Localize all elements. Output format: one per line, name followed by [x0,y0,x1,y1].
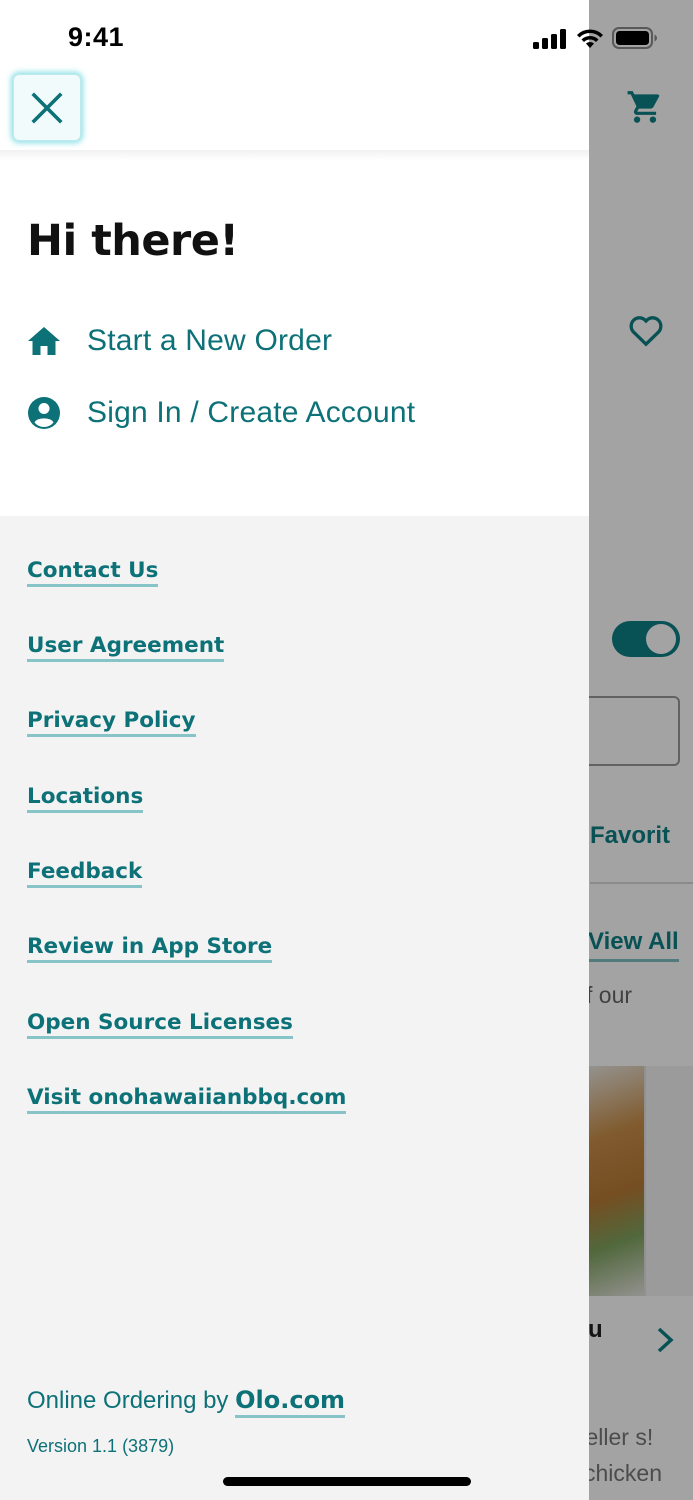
cellular-signal-icon [533,29,567,49]
start-new-order-label: Start a New Order [87,324,333,357]
visit-website-link[interactable]: Visit onohawaiianbbq.com [27,1085,347,1114]
review-app-store-link[interactable]: Review in App Store [27,934,273,963]
status-bar: 9:41 [0,0,693,76]
home-indicator[interactable] [223,1477,471,1486]
open-source-licenses-link[interactable]: Open Source Licenses [27,1010,293,1039]
start-new-order-button[interactable]: Start a New Order [26,321,332,361]
greeting-heading: Hi there! [27,216,239,266]
olo-link[interactable]: Olo.com [235,1386,346,1418]
credit-prefix: Online Ordering by [27,1387,236,1414]
version-label: Version 1.1 (3879) [27,1436,175,1456]
wifi-icon [575,26,605,50]
privacy-policy-link[interactable]: Privacy Policy [27,708,196,737]
contact-us-link[interactable]: Contact Us [27,558,159,587]
close-icon [31,91,63,124]
user-agreement-link[interactable]: User Agreement [27,633,225,662]
account-circle-icon [26,395,62,431]
online-ordering-credit: Online Ordering by Olo.com [27,1386,346,1418]
side-drawer: Hi there! Start a New Order Sign In / Cr… [0,0,589,1500]
locations-link[interactable]: Locations [27,784,144,813]
status-time: 9:41 [68,22,125,52]
home-icon [26,323,62,359]
sign-in-label: Sign In / Create Account [87,396,416,429]
feedback-link[interactable]: Feedback [27,859,143,888]
battery-icon [612,27,658,49]
header-divider [0,150,589,160]
close-button[interactable] [13,74,81,141]
sign-in-button[interactable]: Sign In / Create Account [26,393,415,433]
